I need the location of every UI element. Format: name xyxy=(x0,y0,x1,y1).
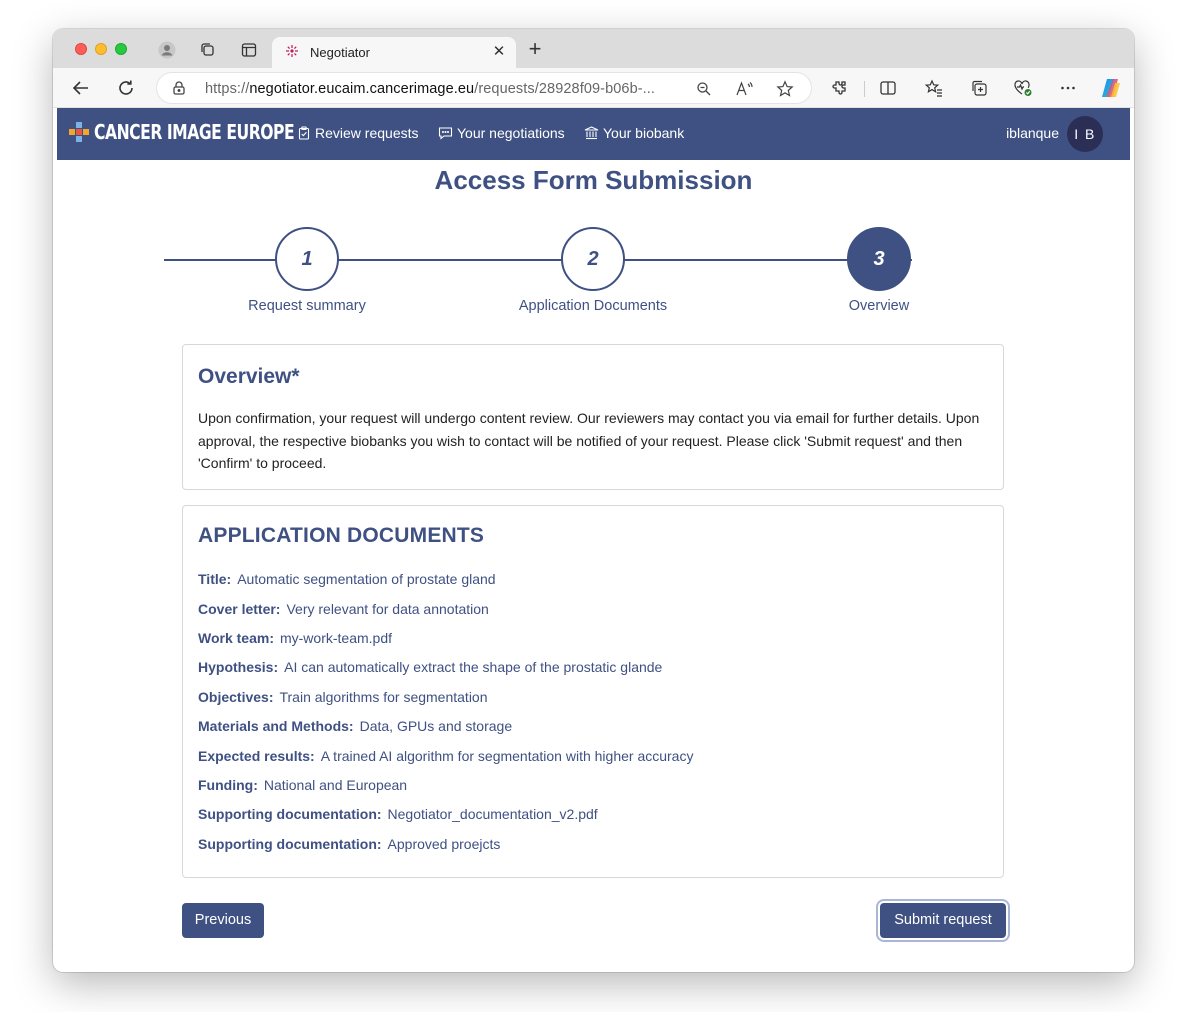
nav-review-requests-label: Review requests xyxy=(315,125,419,141)
step-3-label: Overview xyxy=(848,298,910,314)
doc-row-supporting-documentation: Supporting documentation: Approved proejc… xyxy=(198,836,500,852)
doc-value: Negotiator_documentation_v2.pdf xyxy=(387,806,598,822)
doc-label: Funding: xyxy=(198,777,258,793)
doc-label: Materials and Methods: xyxy=(198,718,354,734)
doc-row-objectives: Objectives: Train algorithms for segmenta… xyxy=(198,689,488,705)
favorite-star-icon[interactable] xyxy=(775,79,795,99)
browser-window: Negotiator ✕ + https://negotiator.eucaim… xyxy=(53,29,1134,972)
new-tab-icon[interactable]: + xyxy=(524,38,546,61)
desktop: Negotiator ✕ + https://negotiator.eucaim… xyxy=(0,0,1200,1012)
zoom-out-icon[interactable] xyxy=(694,79,714,99)
nav-your-biobank-label: Your biobank xyxy=(603,125,685,141)
doc-value: Data, GPUs and storage xyxy=(359,718,513,734)
close-tab-icon[interactable]: ✕ xyxy=(490,43,508,61)
previous-button[interactable]: Previous xyxy=(182,903,264,938)
zoom-window-button[interactable] xyxy=(115,43,127,55)
tab-title: Negotiator xyxy=(310,45,370,60)
step-3-circle[interactable]: 3 xyxy=(847,227,911,291)
nav-your-biobank[interactable]: Your biobank xyxy=(584,125,684,141)
web-page: CANCER IMAGE EUROPE Review requests Your… xyxy=(57,108,1130,970)
tab-strip: Negotiator ✕ + xyxy=(53,29,1134,68)
extensions-icon[interactable] xyxy=(827,76,851,100)
doc-value: National and European xyxy=(263,777,408,793)
page-title: Access Form Submission xyxy=(434,165,753,195)
split-screen-icon[interactable] xyxy=(876,76,900,100)
nav-your-negotiations-label: Your negotiations xyxy=(457,125,565,141)
clipboard-icon xyxy=(298,126,310,140)
browser-tab[interactable]: Negotiator ✕ xyxy=(272,37,516,68)
doc-label: Title: xyxy=(198,571,232,587)
more-options-icon[interactable] xyxy=(1056,76,1080,100)
brand-name: CANCER IMAGE EUROPE xyxy=(94,120,295,144)
doc-row-funding: Funding: National and European xyxy=(198,777,407,793)
doc-row-cover-letter: Cover letter: Very relevant for data anno… xyxy=(198,601,489,617)
doc-value: Approved proejcts xyxy=(387,836,501,852)
toolbar-separator xyxy=(864,81,865,97)
copilot-icon[interactable] xyxy=(1099,76,1123,100)
bank-icon xyxy=(584,126,599,140)
top-navbar: CANCER IMAGE EUROPE Review requests Your… xyxy=(57,108,1130,178)
doc-value: Train algorithms for segmentation xyxy=(279,689,488,705)
doc-value: AI can automatically extract the shape o… xyxy=(284,659,663,675)
url-text[interactable]: https://negotiator.eucaim.cancerimage.eu… xyxy=(205,81,655,97)
step-2-label: Application Documents xyxy=(518,298,668,314)
browser-essentials-icon[interactable] xyxy=(1011,76,1035,100)
minimize-window-button[interactable] xyxy=(95,43,107,55)
profile-icon[interactable] xyxy=(157,40,177,60)
overview-heading: Overview* xyxy=(198,365,300,388)
lock-icon[interactable] xyxy=(171,80,187,96)
doc-row-hypothesis: Hypothesis: AI can automatically extract … xyxy=(198,659,662,675)
doc-label: Cover letter: xyxy=(198,601,281,617)
collections-icon[interactable] xyxy=(967,76,991,100)
doc-value: my-work-team.pdf xyxy=(279,630,393,646)
read-aloud-icon[interactable] xyxy=(734,79,754,99)
reload-icon[interactable] xyxy=(114,76,138,100)
application-documents-heading: APPLICATION DOCUMENTS xyxy=(198,524,485,547)
doc-row-expected-results: Expected results: A trained AI algorithm … xyxy=(198,748,693,764)
doc-value: A trained AI algorithm for segmentation … xyxy=(320,748,694,764)
cancer-image-europe-logo-icon xyxy=(69,122,89,142)
overview-text: Upon confirmation, your request will und… xyxy=(198,410,980,471)
doc-label: Supporting documentation: xyxy=(198,836,382,852)
doc-value: Very relevant for data annotation xyxy=(286,601,489,617)
step-1-label: Request summary xyxy=(248,298,366,314)
chat-bubble-icon xyxy=(438,127,453,140)
workspaces-icon[interactable] xyxy=(198,40,218,60)
browser-toolbar: https://negotiator.eucaim.cancerimage.eu… xyxy=(53,68,1134,108)
doc-row-work-team: Work team: my-work-team.pdf xyxy=(198,630,392,646)
nav-review-requests[interactable]: Review requests xyxy=(297,125,419,141)
doc-label: Work team: xyxy=(198,630,274,646)
doc-row-materials-methods: Materials and Methods: Data, GPUs and sto… xyxy=(198,718,512,734)
user-name[interactable]: iblanque xyxy=(1006,125,1059,141)
negotiator-favicon-icon xyxy=(284,44,300,60)
tab-actions-icon[interactable] xyxy=(239,40,259,60)
address-bar[interactable]: https://negotiator.eucaim.cancerimage.eu… xyxy=(156,72,812,104)
submit-request-button[interactable]: Submit request xyxy=(880,903,1006,938)
doc-label: Hypothesis: xyxy=(198,659,279,675)
step-1-circle[interactable]: 1 xyxy=(275,227,339,291)
close-window-button[interactable] xyxy=(75,43,87,55)
doc-row-title: Title: Automatic segmentation of prostate… xyxy=(198,571,496,587)
doc-row-supporting-documentation: Supporting documentation: Negotiator_docu… xyxy=(198,806,598,822)
overview-card: Overview* Upon confirmation, your reques… xyxy=(182,344,1004,490)
doc-label: Supporting documentation: xyxy=(198,806,382,822)
application-documents-card: APPLICATION DOCUMENTS Title: Automatic se… xyxy=(182,505,1004,878)
step-2-circle[interactable]: 2 xyxy=(561,227,625,291)
back-icon[interactable] xyxy=(69,76,93,100)
doc-label: Expected results: xyxy=(198,748,315,764)
nav-your-negotiations[interactable]: Your negotiations xyxy=(438,125,565,141)
avatar[interactable]: I B E xyxy=(1067,116,1103,178)
doc-label: Objectives: xyxy=(198,689,274,705)
doc-value: Automatic segmentation of prostate gland xyxy=(237,571,496,587)
favorites-icon[interactable] xyxy=(922,76,946,100)
